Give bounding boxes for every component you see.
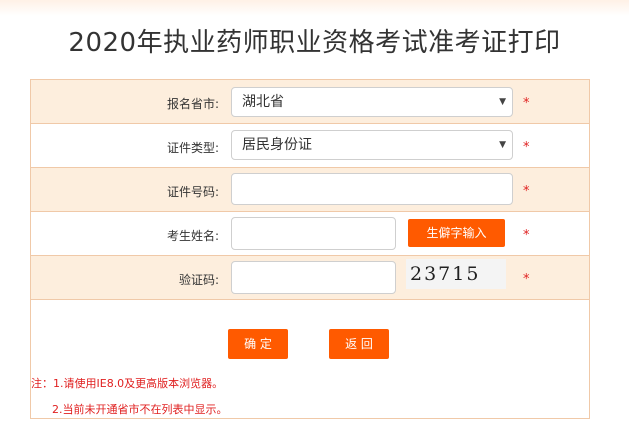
id-type-label: 证件类型: [166,141,219,155]
back-button[interactable]: 返 回 [329,329,389,359]
required-mark: * [523,272,530,287]
id-number-input[interactable] [231,173,513,205]
required-mark: * [523,140,530,155]
required-mark: * [523,184,530,199]
province-value: 湖北省 [242,94,284,110]
note-line-2: 2.当前未开通省市不在列表中显示。 [52,403,228,416]
name-label: 考生姓名: [166,229,219,243]
province-row: 报名省市: 湖北省 ▼ * [31,80,589,124]
id-type-row: 证件类型: 居民身份证 ▼ * [31,124,589,168]
page-title: 2020年执业药师职业资格考试准考证打印 [68,28,561,58]
captcha-image[interactable]: 23715 [406,259,506,289]
required-mark: * [523,228,530,243]
admission-ticket-form: 报名省市: 湖北省 ▼ * 证件类型: 居民身份证 ▼ * 证件号码: * 考生… [30,79,590,419]
chevron-down-icon: ▼ [499,97,506,107]
rare-char-input-button[interactable]: 生僻字输入 [408,219,505,247]
top-strip [0,0,629,16]
id-type-select[interactable]: 居民身份证 ▼ [231,130,513,160]
captcha-label: 验证码: [178,273,219,287]
name-row: 考生姓名: 生僻字输入 * [31,212,589,256]
captcha-input[interactable] [231,261,396,294]
name-input[interactable] [231,217,396,250]
province-label: 报名省市: [166,97,219,111]
province-select[interactable]: 湖北省 ▼ [231,87,513,117]
action-row: 确 定 返 回 [31,300,589,368]
required-mark: * [523,96,530,111]
note-line-1: 注：1.请使用IE8.0及更高版本浏览器。 [31,377,224,390]
captcha-row: 验证码: 23715 * [31,256,589,300]
id-number-row: 证件号码: * [31,168,589,212]
chevron-down-icon: ▼ [499,140,506,150]
id-type-value: 居民身份证 [242,137,312,153]
id-number-label: 证件号码: [166,185,219,199]
confirm-button[interactable]: 确 定 [228,329,288,359]
